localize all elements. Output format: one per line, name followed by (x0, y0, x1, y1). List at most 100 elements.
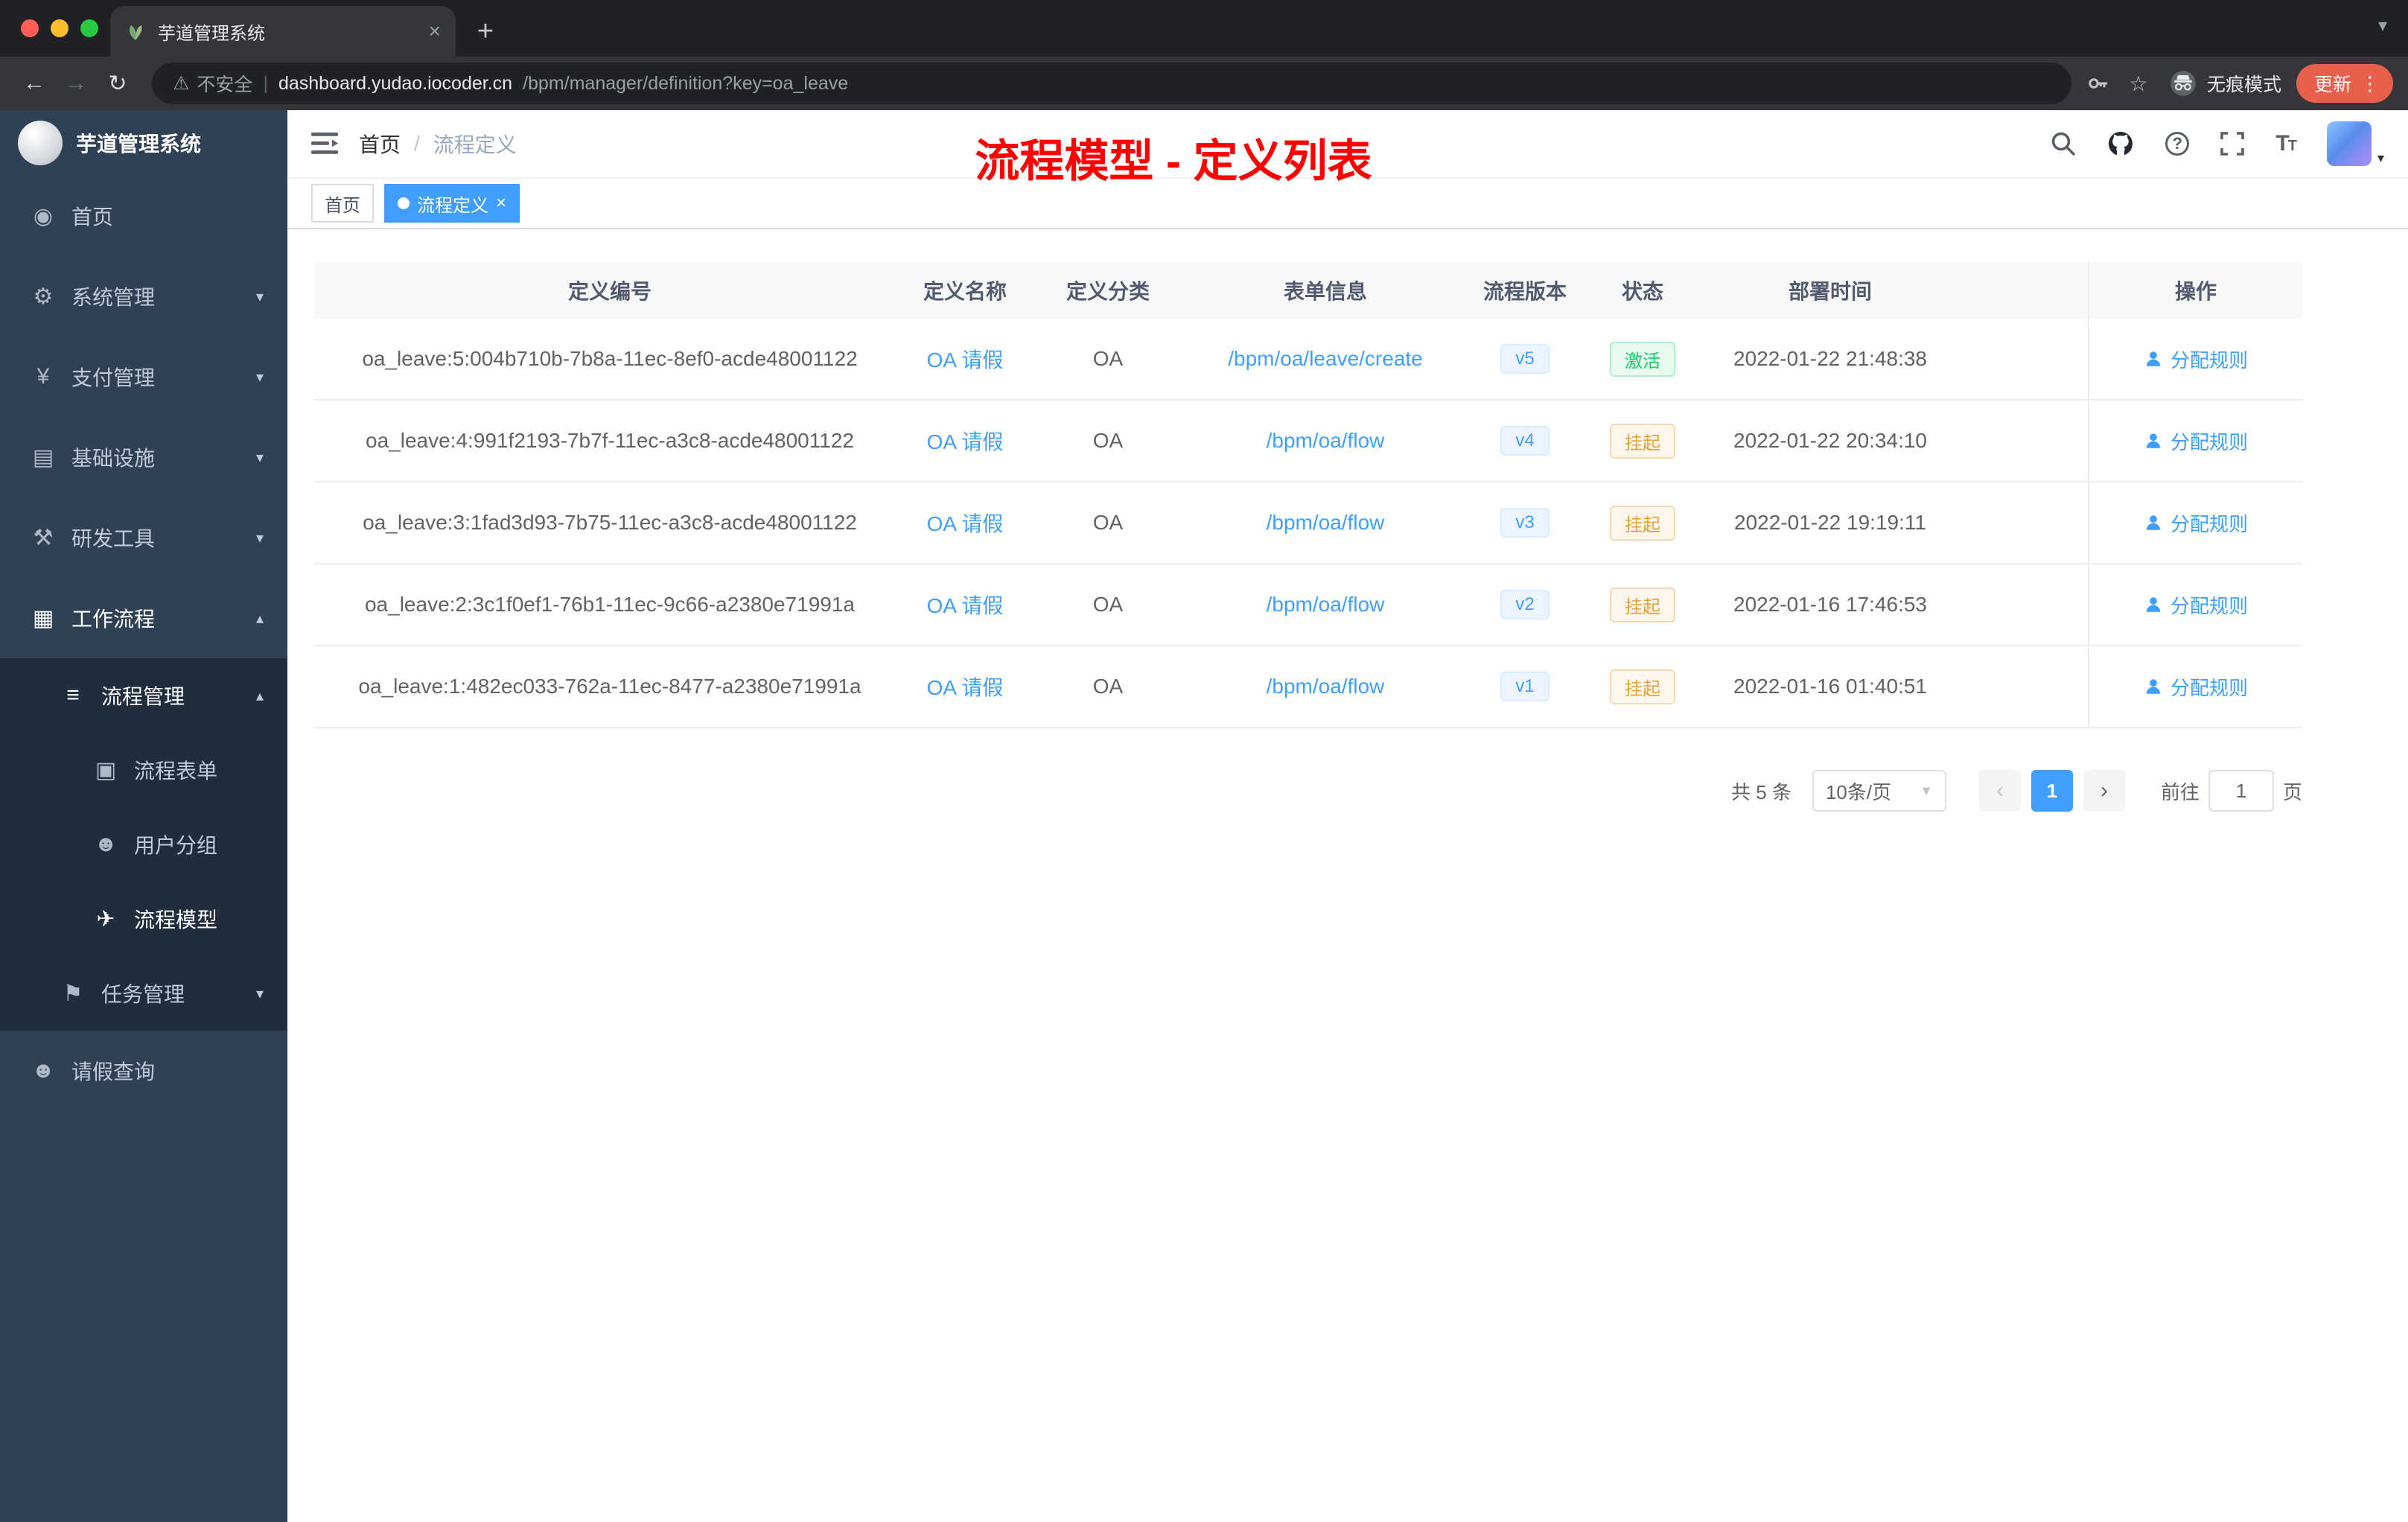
browser-update-button[interactable]: 更新 ⋮ (2296, 64, 2393, 103)
definition-id: oa_leave:1:482ec033-762a-11ec-8477-a2380… (358, 675, 861, 698)
user-avatar[interactable]: ▾ (2326, 121, 2384, 166)
search-icon[interactable] (2051, 131, 2076, 156)
key-icon[interactable] (2086, 71, 2119, 95)
chevron-icon (256, 984, 264, 1003)
github-icon[interactable] (2107, 130, 2134, 157)
deploy-time: 2022-01-16 17:46:53 (1733, 593, 1927, 616)
paper-plane-icon: ✈ (96, 906, 115, 932)
table-row: oa_leave:4:991f2193-7b7f-11ec-a3c8-acde4… (314, 401, 2302, 483)
sidebar-item[interactable]: ⚑ 任务管理 (0, 956, 287, 1031)
version-badge: v5 (1500, 344, 1549, 374)
tab-search-icon[interactable]: ▾ (2378, 15, 2387, 36)
browser-menu-icon[interactable]: ⋮ (2360, 72, 2380, 95)
avatar-image (2326, 121, 2372, 166)
definition-category: OA (1092, 511, 1124, 534)
breadcrumb-current: 流程定义 (433, 133, 517, 156)
back-icon[interactable]: ← (15, 64, 54, 103)
minimize-window-button[interactable] (51, 19, 69, 37)
assign-rule-link[interactable]: 分配规则 (2144, 673, 2248, 701)
tab-favicon-icon (130, 25, 142, 40)
page-content: 定义编号 定义名称 定义分类 表单信息 流程版本 状态 部署时间 操作 oa_l… (287, 229, 2408, 1522)
sidebar-item[interactable]: ⚙ 系统管理 (0, 256, 287, 337)
form-link[interactable]: /bpm/oa/flow (1267, 511, 1385, 534)
tag-close-icon[interactable]: × (496, 193, 506, 214)
not-secure-label[interactable]: 不安全 (197, 70, 252, 97)
tab-close-icon[interactable]: × (429, 19, 441, 43)
font-size-icon[interactable]: TT (2275, 131, 2297, 156)
view-tag[interactable]: 流程定义 × (384, 184, 520, 223)
close-window-button[interactable] (21, 19, 39, 37)
user-group-icon: ☻ (94, 832, 118, 856)
status-badge: 激活 (1610, 341, 1675, 377)
sidebar-item-label: 研发工具 (71, 527, 156, 550)
deploy-time: 2022-01-22 21:48:38 (1733, 347, 1927, 370)
incognito-badge: 无痕模式 (2170, 70, 2281, 97)
next-page-button[interactable]: › (2083, 770, 2125, 812)
sidebar-item[interactable]: ✈ 流程模型 (0, 882, 287, 956)
assign-rule-link[interactable]: 分配规则 (2144, 591, 2248, 619)
hamburger-icon[interactable] (311, 133, 338, 155)
current-page-button[interactable]: 1 (2030, 770, 2073, 812)
user-icon (2146, 351, 2161, 366)
form-link[interactable]: /bpm/oa/flow (1267, 593, 1385, 616)
sidebar: 芋道管理系统 ◉ 首页 ⚙ 系统管理 ▾ ¥ 支付管理 ▾ ▤ 基础设施 ▾ ⚒… (0, 110, 287, 1522)
sidebar-item[interactable]: ☻ 用户分组 (0, 807, 287, 882)
bookmark-star-icon[interactable]: ☆ (2122, 71, 2155, 96)
view-tag[interactable]: 首页 (311, 184, 374, 223)
chevron-icon (256, 368, 264, 386)
form-link[interactable]: /bpm/oa/flow (1267, 675, 1385, 698)
definition-name-link[interactable]: OA 请假 (927, 594, 1004, 617)
form-link[interactable]: /bpm/oa/leave/create (1228, 347, 1423, 370)
url-host: dashboard.yudao.iocoder.cn (278, 72, 513, 94)
goto-label: 前往 (2160, 780, 2200, 803)
column-header: 定义名称 (923, 280, 1007, 303)
sidebar-item[interactable]: ⚒ 研发工具 (0, 497, 287, 578)
page-size-select[interactable]: 10条/页 ▼ (1812, 770, 1946, 812)
total-count: 共 5 条 (1731, 780, 1791, 803)
sidebar-item[interactable]: ¥ 支付管理 (0, 337, 287, 417)
table-row: oa_leave:2:3c1f0ef1-76b1-11ec-9c66-a2380… (314, 564, 2302, 646)
reload-icon[interactable]: ↻ (98, 64, 137, 103)
sidebar-item[interactable]: ▣ 流程表单 (0, 733, 287, 807)
definition-name-link[interactable]: OA 请假 (927, 512, 1004, 535)
version-badge: v2 (1500, 590, 1549, 620)
assign-rule-link[interactable]: 分配规则 (2144, 509, 2248, 537)
column-header: 流程版本 (1482, 280, 1567, 303)
sidebar-item[interactable]: ▤ 基础设施 (0, 417, 287, 497)
zoom-window-button[interactable] (80, 19, 98, 37)
definition-category: OA (1092, 429, 1124, 452)
prev-page-button[interactable]: ‹ (1978, 770, 2021, 812)
new-tab-button[interactable]: + (465, 10, 506, 52)
not-secure-warning-icon: ⚠ (173, 73, 190, 94)
address-bar[interactable]: ⚠ 不安全 | dashboard.yudao.iocoder.cn/bpm/m… (152, 63, 2071, 104)
table-body: oa_leave:5:004b710b-7b8a-11ec-8ef0-acde4… (314, 319, 2302, 728)
workflow-icon: ▦ (32, 605, 54, 631)
sidebar-item[interactable]: ▦ 工作流程 (0, 578, 287, 658)
page-unit-label: 页 (2282, 780, 2302, 803)
browser-tab[interactable]: 芋道管理系统 × (110, 6, 456, 57)
assign-rule-link[interactable]: 分配规则 (2144, 427, 2248, 455)
sidebar-item[interactable]: ☻ 请假查询 (0, 1031, 287, 1111)
forward-icon[interactable]: → (57, 64, 95, 103)
sidebar-item[interactable]: ≡ 流程管理 (0, 658, 287, 733)
deploy-time: 2022-01-16 01:40:51 (1733, 675, 1927, 698)
assign-rule-link[interactable]: 分配规则 (2144, 346, 2248, 373)
goto-page-input[interactable] (2208, 770, 2274, 812)
definition-name-link[interactable]: OA 请假 (927, 348, 1004, 372)
user-icon (2146, 679, 2161, 694)
definition-name-link[interactable]: OA 请假 (927, 676, 1004, 699)
breadcrumb-home[interactable]: 首页 (359, 129, 401, 159)
sidebar-item[interactable]: ◉ 首页 (0, 176, 287, 256)
logo-avatar (18, 121, 63, 165)
chevron-icon (256, 287, 264, 306)
status-badge: 挂起 (1610, 423, 1675, 459)
chevron-icon (256, 529, 264, 547)
url-divider: | (263, 72, 268, 94)
version-badge: v3 (1500, 508, 1549, 538)
definition-category: OA (1092, 675, 1124, 698)
fullscreen-icon[interactable] (2220, 132, 2245, 156)
definition-name-link[interactable]: OA 请假 (927, 430, 1004, 453)
form-link[interactable]: /bpm/oa/flow (1267, 429, 1385, 452)
tools-icon: ⚒ (33, 525, 54, 550)
help-icon[interactable]: ? (2165, 132, 2190, 156)
